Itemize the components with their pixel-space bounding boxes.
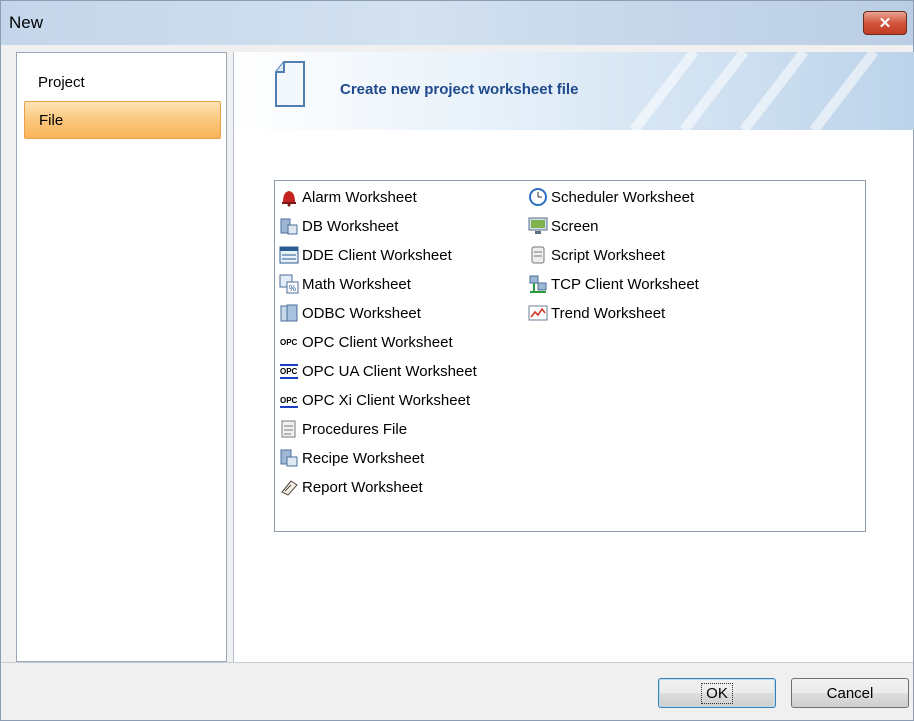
svg-text:OPC: OPC [280,367,298,376]
svg-text:%: % [289,284,296,293]
list-item-math-worksheet[interactable]: % Math Worksheet [279,273,411,295]
dde-icon [279,246,299,264]
document-icon [275,61,305,107]
sidebar-item-label: Project [38,73,85,91]
list-item-odbc-worksheet[interactable]: ODBC Worksheet [279,302,421,324]
alarm-bell-icon [282,191,296,207]
list-item-alarm-worksheet[interactable]: Alarm Worksheet [279,186,417,208]
opc-ua-icon: OPC [280,364,298,379]
window-title: New [9,13,44,32]
list-item-label: OPC UA Client Worksheet [302,362,477,380]
recipe-icon [280,449,298,467]
list-item-label: Screen [551,217,599,235]
list-item-trend-worksheet[interactable]: Trend Worksheet [528,302,665,324]
ok-button-label: OK [701,682,733,704]
ok-button[interactable]: OK [658,678,776,708]
db-icon [280,218,298,235]
list-item-procedures-file[interactable]: Procedures File [279,418,407,440]
list-item-opc-xi-client-worksheet[interactable]: OPC OPC Xi Client Worksheet [279,389,470,411]
category-sidebar: Project File [16,52,227,662]
opc-xi-icon: OPC [280,396,298,408]
sidebar-item-project[interactable]: Project [24,63,221,101]
tcp-icon [529,275,547,293]
list-item-db-worksheet[interactable]: DB Worksheet [279,215,398,237]
list-item-label: Trend Worksheet [551,304,666,322]
list-item-opc-ua-client-worksheet[interactable]: OPC OPC UA Client Worksheet [279,360,477,382]
banner-decoration [630,52,878,130]
list-item-label: Procedures File [302,420,408,438]
cancel-button-label: Cancel [826,684,874,702]
list-item-label: ODBC Worksheet [302,304,421,322]
svg-text:OPC: OPC [280,338,298,347]
close-button[interactable]: ✕ [863,11,907,35]
procedures-icon [281,420,296,438]
list-item-label: TCP Client Worksheet [551,275,699,293]
list-item-label: Math Worksheet [302,275,411,293]
trend-icon [528,305,548,321]
close-icon: ✕ [878,14,892,32]
list-item-label: DB Worksheet [302,217,399,235]
svg-text:OPC: OPC [280,396,298,405]
report-icon [281,480,298,496]
cancel-button[interactable]: Cancel [791,678,909,708]
list-item-opc-client-worksheet[interactable]: OPC OPC Client Worksheet [279,331,453,353]
file-type-list[interactable]: Alarm Worksheet DB Worksheet DDE Client … [274,180,866,532]
list-item-label: Scheduler Worksheet [551,188,695,206]
list-item-label: Script Worksheet [551,246,665,264]
opc-icon: OPC [280,337,298,347]
screen-icon [528,217,548,234]
list-item-label: DDE Client Worksheet [302,246,452,264]
banner-title: Create new project worksheet file [340,81,579,98]
list-item-dde-client-worksheet[interactable]: DDE Client Worksheet [279,244,452,266]
title-bar[interactable]: New ✕ [1,1,913,45]
scheduler-clock-icon [529,188,547,206]
list-item-tcp-client-worksheet[interactable]: TCP Client Worksheet [528,273,699,295]
list-item-report-worksheet[interactable]: Report Worksheet [279,476,423,498]
list-item-label: Report Worksheet [302,478,423,496]
header-banner: Create new project worksheet file [234,52,914,130]
new-dialog: New ✕ Project File Create new project wo… [0,0,914,721]
odbc-icon [280,304,298,322]
sidebar-item-file[interactable]: File [24,101,221,139]
main-panel: Create new project worksheet file Alarm … [233,52,914,662]
list-item-script-worksheet[interactable]: Script Worksheet [528,244,665,266]
list-item-label: Alarm Worksheet [302,188,417,206]
script-icon [531,246,545,264]
list-item-scheduler-worksheet[interactable]: Scheduler Worksheet [528,186,694,208]
sidebar-item-label: File [39,111,64,129]
list-item-label: Recipe Worksheet [302,449,425,467]
math-icon: % [279,274,299,294]
list-item-label: OPC Client Worksheet [302,333,453,351]
list-item-screen[interactable]: Screen [528,215,599,237]
list-item-recipe-worksheet[interactable]: Recipe Worksheet [279,447,424,469]
footer-divider [1,662,913,663]
list-item-label: OPC Xi Client Worksheet [302,391,471,409]
